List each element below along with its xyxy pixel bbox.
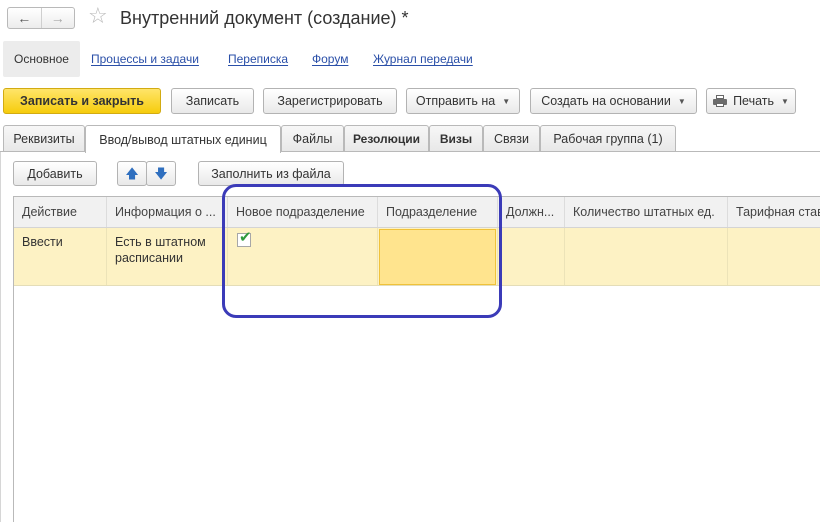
form-nav-forum[interactable]: Форум	[312, 41, 348, 77]
add-row-button[interactable]: Добавить	[13, 161, 97, 186]
arrow-up-icon: 🡅	[125, 166, 139, 181]
cell-staff-units[interactable]	[565, 228, 728, 285]
command-bar: Записать и закрыть Записать Зарегистриро…	[0, 88, 820, 114]
move-down-button[interactable]: 🡇	[146, 161, 176, 186]
column-header-tariff-rate[interactable]: Тарифная ставка	[728, 197, 820, 227]
form-nav-main[interactable]: Основное	[3, 41, 80, 77]
form-nav-correspondence[interactable]: Переписка	[228, 41, 288, 77]
move-up-button[interactable]: 🡅	[117, 161, 147, 186]
send-to-button[interactable]: Отправить на ▼	[406, 88, 520, 114]
tab-staff-units[interactable]: Ввод/вывод штатных единиц	[85, 125, 281, 153]
form-nav-processes-tasks[interactable]: Процессы и задачи	[91, 41, 199, 77]
arrow-down-icon: 🡇	[154, 166, 168, 181]
tab-resolutions[interactable]: Резолюции	[344, 125, 429, 151]
column-header-staff-units[interactable]: Количество штатных ед.	[565, 197, 728, 227]
create-based-on-button[interactable]: Создать на основании ▼	[530, 88, 697, 114]
favorite-star-icon[interactable]: ☆	[88, 5, 108, 27]
cell-action[interactable]: Ввести	[14, 228, 107, 285]
tab-files[interactable]: Файлы	[281, 125, 344, 151]
dropdown-arrow-icon: ▼	[677, 96, 686, 106]
cell-tariff-rate[interactable]	[728, 228, 820, 285]
dropdown-arrow-icon: ▼	[502, 96, 511, 106]
tab-links[interactable]: Связи	[483, 125, 540, 151]
window-title: Внутренний документ (создание) *	[120, 8, 409, 28]
dropdown-arrow-icon: ▼	[781, 96, 789, 106]
back-arrow-icon[interactable]: ←	[8, 8, 41, 28]
tab-work-group[interactable]: Рабочая группа (1)	[540, 125, 676, 151]
column-header-action[interactable]: Действие	[14, 197, 107, 227]
send-to-label: Отправить на	[415, 94, 496, 108]
title-bar: ← → ☆ Внутренний документ (создание) *	[0, 0, 820, 38]
cell-position[interactable]	[498, 228, 565, 285]
page-tabs: Реквизиты Ввод/вывод штатных единиц Файл…	[0, 125, 820, 153]
print-button[interactable]: Печать ▼	[706, 88, 796, 114]
register-button[interactable]: Зарегистрировать	[263, 88, 397, 114]
save-button[interactable]: Записать	[171, 88, 254, 114]
form-navigation-panel: Основное Процессы и задачи Переписка Фор…	[0, 41, 820, 77]
tab-requisites[interactable]: Реквизиты	[3, 125, 85, 151]
form-nav-transfer-log[interactable]: Журнал передачи	[373, 41, 473, 77]
column-header-position[interactable]: Должн...	[498, 197, 565, 227]
forward-arrow-icon[interactable]: →	[40, 8, 75, 28]
history-navigation: ← →	[7, 7, 75, 29]
save-and-close-button[interactable]: Записать и закрыть	[3, 88, 161, 114]
cell-info[interactable]: Есть в штатном расписании	[107, 228, 228, 285]
highlight-annotation-frame	[222, 184, 502, 318]
print-label: Печать	[733, 94, 775, 108]
printer-icon	[713, 95, 728, 107]
fill-from-file-button[interactable]: Заполнить из файла	[198, 161, 344, 186]
tab-visas[interactable]: Визы	[429, 125, 483, 151]
column-header-info[interactable]: Информация о ...	[107, 197, 228, 227]
create-based-on-label: Создать на основании	[541, 94, 671, 108]
